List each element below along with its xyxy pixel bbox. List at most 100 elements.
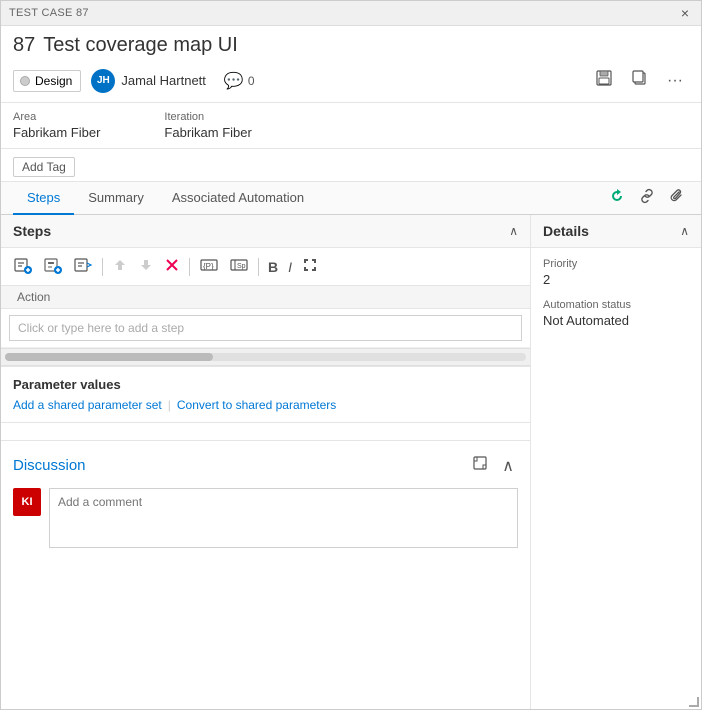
comment-avatar-label: KI [22, 496, 33, 508]
avatar-initials: JH [97, 75, 110, 86]
test-case-window: TEST CASE 87 × 87 Test coverage map UI D… [0, 0, 702, 710]
tab-steps[interactable]: Steps [13, 182, 74, 215]
attachment-tab-button[interactable] [665, 184, 689, 213]
scrollbar-thumb [5, 353, 213, 361]
meta-row: Area Fabrikam Fiber Iteration Fabrikam F… [1, 103, 701, 149]
details-panel: Details ∧ Priority 2 Automation status N… [531, 215, 701, 709]
title-bar: TEST CASE 87 × [1, 1, 701, 26]
steps-toolbar: {P} Sp B I [1, 248, 530, 286]
save-button[interactable] [589, 65, 619, 96]
refresh-tab-button[interactable] [605, 184, 629, 213]
close-button[interactable]: × [677, 5, 693, 21]
status-button[interactable]: Design [13, 70, 81, 92]
resize-handle[interactable] [689, 697, 701, 709]
steps-section-header: Steps ∧ [1, 215, 530, 248]
details-collapse-button[interactable]: ∧ [680, 224, 689, 238]
header: 87 Test coverage map UI Design JH Jamal … [1, 26, 701, 103]
step-add-cell: Click or type here to add a step [9, 315, 522, 341]
more-options-button[interactable]: ··· [661, 68, 689, 94]
area-value: Fabrikam Fiber [13, 125, 100, 140]
discussion-title: Discussion [13, 457, 86, 474]
shared-params-button[interactable]: Sp [225, 252, 253, 281]
step-add-row: Click or type here to add a step [1, 309, 530, 348]
automation-status-value: Not Automated [543, 313, 689, 328]
link-tab-button[interactable] [635, 184, 659, 213]
fullscreen-button[interactable] [298, 254, 322, 279]
automation-status-field: Automation status Not Automated [543, 299, 689, 328]
steps-collapse-button[interactable]: ∧ [509, 224, 518, 238]
steps-col-header: Action [1, 286, 530, 309]
insert-step-button[interactable] [69, 252, 97, 281]
tag-area: Add Tag [1, 149, 701, 182]
move-up-button[interactable] [108, 254, 132, 279]
params-title: Parameter values [13, 377, 518, 392]
scrollbar-track [5, 353, 526, 361]
more-options-icon: ··· [667, 72, 683, 89]
speech-bubble-icon: 💬 [224, 71, 244, 91]
params-section: Parameter values Add a shared parameter … [1, 366, 530, 422]
toolbar-actions: ··· [589, 65, 689, 96]
case-number: 87 [13, 34, 35, 57]
move-down-button[interactable] [134, 254, 158, 279]
parameter-button[interactable]: {P} [195, 252, 223, 281]
discussion-comment-row: KI [13, 488, 518, 548]
italic-icon: I [288, 259, 292, 275]
details-title: Details [543, 223, 589, 239]
add-step-input[interactable]: Click or type here to add a step [9, 315, 522, 341]
discussion-icons: ∧ [468, 451, 518, 480]
toolbar-row: Design JH Jamal Hartnett 💬 0 [13, 65, 689, 96]
toolbar-separator-1 [102, 258, 103, 276]
discussion-section: Discussion ∧ KI [1, 440, 530, 556]
horizontal-scrollbar[interactable] [1, 348, 530, 366]
svg-text:{P}: {P} [203, 262, 214, 271]
params-links: Add a shared parameter set | Convert to … [13, 398, 518, 412]
add-action-button[interactable] [39, 252, 67, 281]
details-body: Priority 2 Automation status Not Automat… [531, 248, 701, 350]
area-field: Area Fabrikam Fiber [13, 111, 100, 140]
steps-section-title: Steps [13, 223, 51, 239]
steps-panel: Steps ∧ [1, 215, 531, 709]
add-step-button[interactable] [9, 252, 37, 281]
case-title: 87 Test coverage map UI [13, 34, 689, 57]
comment-input[interactable] [49, 488, 518, 548]
title-bar-label: TEST CASE 87 [9, 7, 89, 19]
comment-count: 0 [248, 74, 255, 88]
status-dot [20, 76, 30, 86]
spacer-line [1, 422, 530, 440]
priority-field: Priority 2 [543, 258, 689, 287]
avatar: JH [91, 69, 115, 93]
content-area: Steps ∧ [1, 215, 701, 709]
svg-text:Sp: Sp [237, 263, 246, 270]
toolbar-separator-2 [189, 258, 190, 276]
tabs-row: Steps Summary Associated Automation [1, 182, 701, 215]
user-info[interactable]: JH Jamal Hartnett [81, 66, 216, 96]
italic-button[interactable]: I [284, 256, 296, 278]
comment-avatar: KI [13, 488, 41, 516]
comment-button[interactable]: 💬 0 [216, 68, 263, 94]
toolbar-separator-3 [258, 258, 259, 276]
discussion-expand-button[interactable] [468, 451, 492, 480]
case-title-text: Test coverage map UI [43, 34, 238, 57]
add-tag-button[interactable]: Add Tag [13, 157, 75, 177]
discussion-header: Discussion ∧ [13, 451, 518, 480]
copy-button[interactable] [625, 65, 655, 96]
action-col-header: Action [9, 290, 522, 304]
add-step-placeholder: Click or type here to add a step [18, 321, 184, 335]
tab-actions [605, 184, 689, 213]
discussion-collapse-button[interactable]: ∧ [498, 451, 518, 480]
tab-summary[interactable]: Summary [74, 182, 158, 215]
details-header: Details ∧ [531, 215, 701, 248]
automation-status-label: Automation status [543, 299, 689, 311]
tab-associated-automation[interactable]: Associated Automation [158, 182, 318, 215]
user-name: Jamal Hartnett [121, 73, 206, 88]
priority-label: Priority [543, 258, 689, 270]
iteration-value: Fabrikam Fiber [164, 125, 251, 140]
bold-icon: B [268, 259, 278, 275]
convert-to-shared-params-link[interactable]: Convert to shared parameters [177, 398, 336, 412]
area-label: Area [13, 111, 100, 123]
status-label: Design [35, 74, 72, 88]
bold-button[interactable]: B [264, 256, 282, 278]
iteration-field: Iteration Fabrikam Fiber [164, 111, 251, 140]
delete-step-button[interactable] [160, 254, 184, 279]
add-shared-param-set-link[interactable]: Add a shared parameter set [13, 398, 162, 412]
